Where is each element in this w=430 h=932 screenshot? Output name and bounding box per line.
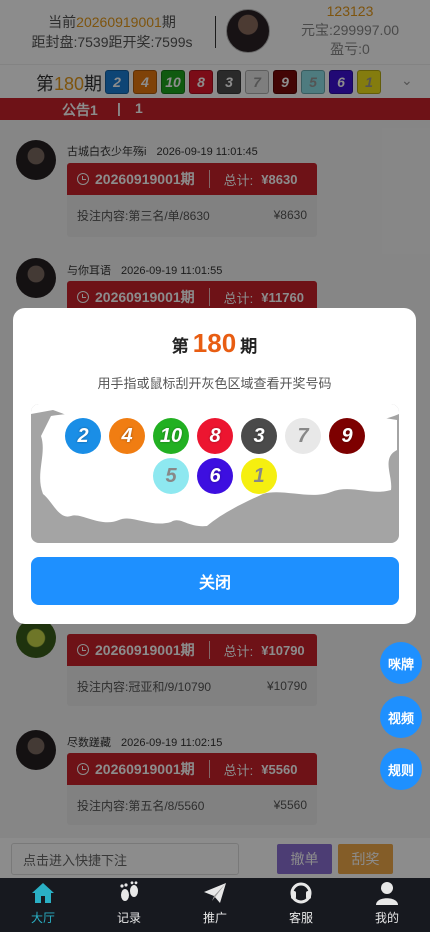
headset-icon xyxy=(290,882,312,904)
result-ball: 9 xyxy=(329,418,365,454)
result-ball: 4 xyxy=(109,418,145,454)
scratch-area[interactable]: 2 4 10 8 3 7 9 561 xyxy=(31,404,399,543)
close-button[interactable]: 关闭 xyxy=(31,557,399,605)
tab-support[interactable]: 客服 xyxy=(258,878,344,932)
video-button[interactable]: 视频 xyxy=(380,696,422,738)
result-ball: 1 xyxy=(241,458,277,494)
tab-label: 我的 xyxy=(374,911,399,925)
modal-issue-suffix: 期 xyxy=(240,337,258,356)
result-ball: 2 xyxy=(65,418,101,454)
tab-mine[interactable]: 我的 xyxy=(344,878,430,932)
result-ball: 10 xyxy=(153,418,189,454)
modal-title: 第 180 期 xyxy=(13,328,416,359)
tab-label: 推广 xyxy=(202,911,227,925)
paper-plane-icon xyxy=(204,883,226,903)
tab-promote[interactable]: 推广 xyxy=(172,878,258,932)
user-icon xyxy=(376,882,398,905)
peek-card-button[interactable]: 咪牌 xyxy=(380,642,422,684)
result-ball: 7 xyxy=(285,418,321,454)
result-balls-row-2: 561 xyxy=(31,458,399,494)
modal-issue-number: 180 xyxy=(192,328,237,358)
tab-label: 大厅 xyxy=(30,911,55,925)
footprint-icon xyxy=(120,881,138,901)
scratch-hint: 用手指或鼠标刮开灰色区域查看开奖号码 xyxy=(97,376,332,391)
result-balls-row-1: 2 4 10 8 3 7 9 xyxy=(31,418,399,454)
tab-label: 客服 xyxy=(288,911,313,925)
tab-records[interactable]: 记录 xyxy=(86,878,172,932)
tab-lobby[interactable]: 大厅 xyxy=(0,878,86,932)
result-ball: 6 xyxy=(197,458,233,494)
tab-bar: 大厅 记录 推广 客服 我的 xyxy=(0,878,430,932)
result-ball: 8 xyxy=(197,418,233,454)
result-ball: 3 xyxy=(241,418,277,454)
tab-label: 记录 xyxy=(116,911,141,925)
lottery-page: 当前20260919001期 距封盘:7539距开奖:7599s 123123 … xyxy=(0,0,430,932)
scratch-modal: 第 180 期 用手指或鼠标刮开灰色区域查看开奖号码 2 4 10 8 3 7 9 561 关闭 xyxy=(13,308,416,624)
result-ball: 5 xyxy=(153,458,189,494)
modal-issue-prefix: 第 xyxy=(171,337,189,356)
home-icon xyxy=(32,883,54,903)
rules-button[interactable]: 规则 xyxy=(380,748,422,790)
